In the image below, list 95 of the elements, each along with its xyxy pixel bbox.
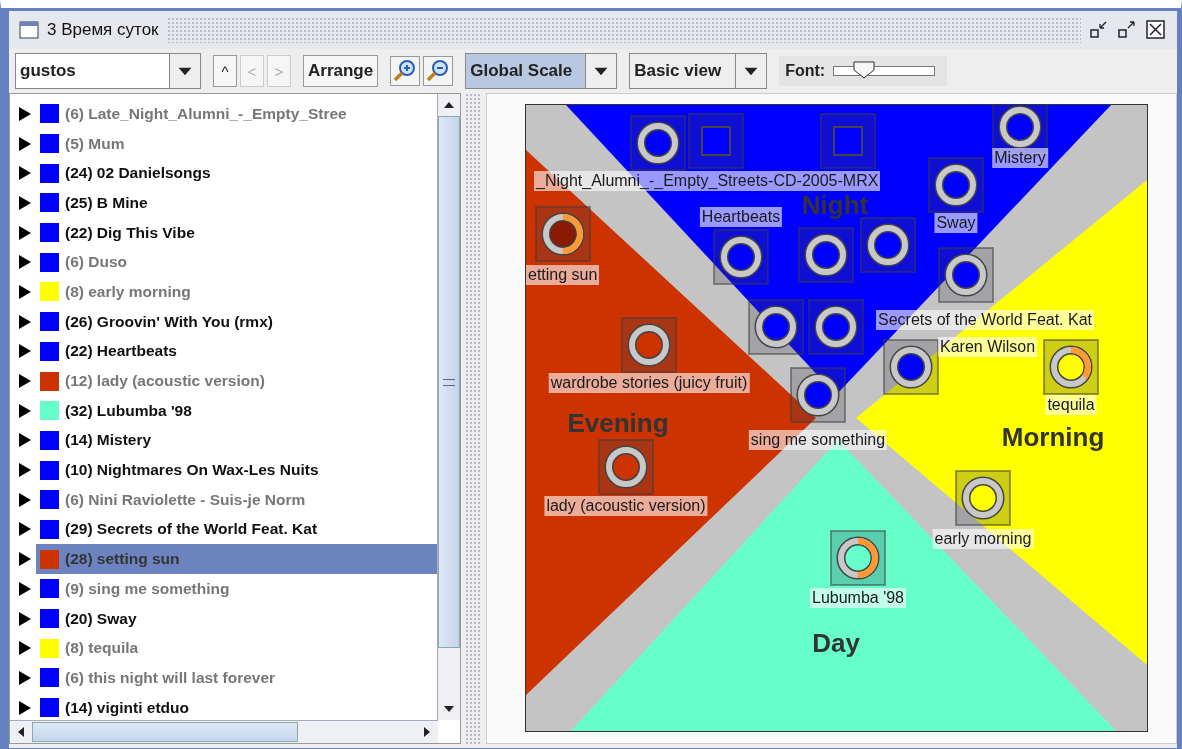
song-marker[interactable] [820,113,876,169]
expand-icon[interactable] [18,254,32,271]
song-list-item[interactable]: (8) tequila [36,633,437,664]
expand-icon[interactable] [18,105,32,122]
song-marker[interactable] [798,227,854,283]
expand-icon[interactable] [18,313,32,330]
song-label: Mistery [992,148,1048,168]
expand-icon[interactable] [18,224,32,241]
font-label: Font: [785,62,826,80]
song-label: Heartbeats [699,207,783,227]
song-marker[interactable] [713,229,769,285]
song-list-item[interactable]: (12) lady (acoustic version) [36,366,437,396]
region-label: Night [801,189,869,221]
view-dropdown[interactable]: Basic view [629,53,768,89]
time-of-day-map[interactable] [525,104,1148,732]
song-marker[interactable] [830,530,886,586]
song-list-item[interactable]: (22) Dig This Vibe [36,217,437,248]
song-list-item[interactable]: (22) Heartbeats [36,336,437,367]
song-label: Karen Wilson [938,337,1038,357]
expand-icon[interactable] [18,669,32,686]
expand-icon[interactable] [18,165,32,182]
song-marker[interactable] [1043,339,1099,395]
song-list-item[interactable]: (6) Late_Night_Alumni_-_Empty_Stree [36,99,437,129]
song-marker[interactable] [808,299,864,355]
region-label: Morning [1001,421,1105,453]
song-label: lady (acoustic version) [544,496,708,516]
song-list-item[interactable]: (5) Mum [36,128,437,159]
window-title: 3 Время суток [47,20,159,40]
vertical-scrollbar[interactable] [437,94,460,720]
playlist-dropdown[interactable]: gustos [15,53,201,89]
song-label: etting sun [526,265,600,285]
song-label: Sway [934,213,978,233]
song-label: early morning [932,529,1034,549]
expand-icon[interactable] [18,640,32,657]
song-label: Lubumba '98 [810,588,906,608]
song-list-item[interactable]: (29) Secrets of the World Feat. Kat [36,514,437,545]
expand-icon[interactable] [18,283,32,300]
song-marker[interactable] [621,317,677,373]
region-label: Day [812,627,860,659]
expand-icon[interactable] [18,343,32,360]
song-label: sing me something [748,430,888,450]
expand-icon[interactable] [18,402,32,419]
song-marker[interactable] [883,339,939,395]
song-list-item[interactable]: (24) 02 Danielsongs [36,158,437,189]
song-list-item[interactable]: (6) Nini Raviolette - Suis-je Norm [36,484,437,515]
song-label: _Night_Alumni_-_Empty_Streets-CD-2005-MRX [534,171,881,191]
song-list-item[interactable]: (26) Groovin' With You (rmx) [36,306,437,337]
song-marker[interactable] [598,439,654,495]
expand-icon[interactable] [18,462,32,479]
expand-icon[interactable] [18,135,32,152]
expand-icon[interactable] [18,551,32,568]
zoom-out-icon[interactable] [423,56,454,86]
song-list-item[interactable]: (6) this night will last forever [36,663,437,693]
expand-icon[interactable] [18,699,32,716]
song-list-item[interactable]: (6) Duso [36,247,437,278]
zoom-in-icon[interactable] [390,56,421,86]
song-label: wardrobe stories (juicy fruit) [548,373,750,393]
minimize-icon[interactable] [1089,21,1109,39]
song-list-item[interactable]: (25) B Mine [36,188,437,218]
song-marker[interactable] [535,206,591,262]
expand-icon[interactable] [18,194,32,211]
song-marker[interactable] [938,247,994,303]
song-marker[interactable] [790,367,846,423]
expand-icon[interactable] [18,373,32,390]
song-marker[interactable] [630,115,686,171]
song-list-item[interactable]: (14) viginti etduo [36,692,437,720]
horizontal-scrollbar[interactable] [10,720,438,743]
song-label: tequila [1045,395,1097,415]
song-marker[interactable] [928,157,984,213]
region-label: Evening [567,407,669,439]
expand-icon[interactable] [18,491,32,508]
song-list-item[interactable]: (8) early morning [36,277,437,307]
expand-icon[interactable] [18,580,32,597]
song-marker[interactable] [955,470,1011,526]
caret-icon[interactable] [585,54,617,88]
song-marker[interactable] [748,299,804,355]
song-marker[interactable] [860,217,916,273]
expand-icon[interactable] [18,610,32,627]
scale-dropdown[interactable]: Global Scale [465,53,618,89]
arrange-button[interactable]: Arrange [303,55,379,87]
song-list-item[interactable]: (9) sing me something [36,574,437,604]
expand-icon[interactable] [18,432,32,449]
song-label: Secrets of the World Feat. Kat [876,310,1095,330]
close-icon[interactable] [1145,20,1167,40]
window-icon [19,21,39,39]
song-list-item[interactable]: (32) Lubumba '98 [36,395,437,426]
expand-icon[interactable] [18,521,32,538]
song-marker[interactable] [688,113,744,169]
song-list-item[interactable]: (20) Sway [36,603,437,634]
nav-button[interactable]: ^ [213,55,237,87]
song-list-item[interactable]: (10) Nightmares On Wax-Les Nuits [36,455,437,485]
caret-icon[interactable] [169,54,200,88]
maximize-icon[interactable] [1117,21,1137,39]
font-slider-thumb[interactable] [853,61,876,79]
song-list-item[interactable]: (14) Mistery [36,425,437,456]
